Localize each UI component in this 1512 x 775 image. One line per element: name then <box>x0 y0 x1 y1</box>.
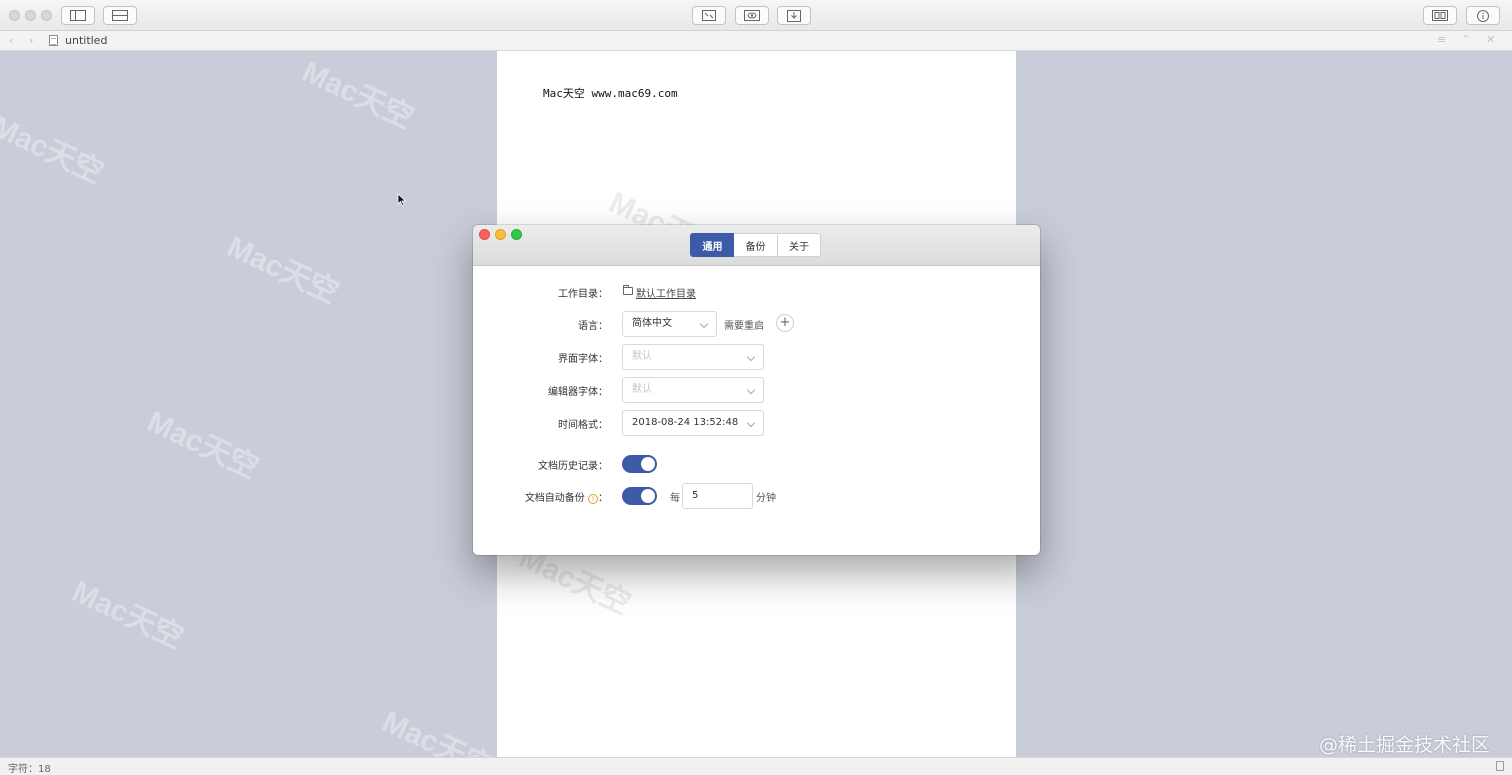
editor-font-label: 编辑器字体： <box>548 387 608 398</box>
mouse-cursor-icon <box>397 193 407 207</box>
tab-backup[interactable]: 备份 <box>734 233 778 257</box>
info-button[interactable] <box>1466 6 1500 25</box>
split-view-button[interactable] <box>1423 6 1457 25</box>
background-watermark: Mac天空 <box>0 110 109 191</box>
language-select-value: 简体中文 <box>632 318 672 329</box>
char-count: 字符：18 <box>8 764 51 775</box>
status-bar: 字符：18 <box>0 757 1512 775</box>
time-format-select-value: 2018-08-24 13:52:48 <box>632 417 739 428</box>
chevron-up-icon[interactable]: ⌃ <box>1461 33 1470 46</box>
add-language-button[interactable]: + <box>776 314 794 332</box>
chevron-down-icon <box>746 352 756 362</box>
ui-font-select-value: 默认 <box>632 351 652 362</box>
document-icon <box>49 35 58 46</box>
ui-font-label: 界面字体： <box>558 354 608 365</box>
corner-watermark: @稀土掘金技术社区 <box>1318 734 1490 756</box>
chevron-down-icon <box>746 418 756 428</box>
background-watermark: Mac天空 <box>142 405 264 486</box>
layout-icon <box>112 10 128 21</box>
doc-history-label: 文档历史记录： <box>538 461 608 472</box>
time-format-label: 时间格式： <box>558 420 608 431</box>
forward-arrow-icon[interactable]: › <box>29 34 33 47</box>
background-watermark: Mac天空 <box>297 55 419 136</box>
minutes-label: 分钟 <box>756 493 776 504</box>
tab-bar: ‹ › untitled ≡ ⌃ ✕ <box>0 31 1512 51</box>
document-title[interactable]: untitled <box>65 34 107 47</box>
dialog-titlebar: 通用 备份 关于 <box>473 225 1040 266</box>
background-watermark: Mac天空 <box>67 575 189 656</box>
toggle-knob <box>641 457 655 471</box>
language-select[interactable]: 简体中文 <box>622 311 717 337</box>
back-arrow-icon[interactable]: ‹ <box>9 34 13 47</box>
minimize-window-button[interactable] <box>25 10 36 21</box>
zoom-window-button[interactable] <box>41 10 52 21</box>
language-label: 语言： <box>578 321 608 332</box>
preview-button[interactable] <box>735 6 769 25</box>
workdir-link[interactable]: 默认工作目录 <box>636 285 696 300</box>
info-icon <box>1477 9 1489 22</box>
backup-interval-input[interactable]: 5 <box>682 483 753 509</box>
export-icon <box>787 9 801 22</box>
every-label: 每 <box>670 493 680 504</box>
ui-font-select[interactable]: 默认 <box>622 344 764 370</box>
sidebar-toggle-button[interactable] <box>61 6 95 25</box>
auto-backup-label: 文档自动备份 !： <box>525 489 608 504</box>
export-button[interactable] <box>777 6 811 25</box>
background-watermark: Mac天空 <box>222 230 344 311</box>
close-tab-icon[interactable]: ✕ <box>1486 33 1495 46</box>
main-toolbar <box>0 0 1512 31</box>
document-status-icon[interactable] <box>1496 761 1504 771</box>
folder-icon <box>623 285 633 295</box>
split-view-icon <box>1432 10 1448 21</box>
preferences-dialog: 通用 备份 关于 工作目录： 默认工作目录 语言： 简体中文 需要重启 + 界面… <box>473 225 1040 555</box>
list-icon[interactable]: ≡ <box>1437 33 1446 46</box>
layout-button[interactable] <box>103 6 137 25</box>
fullscreen-button[interactable] <box>692 6 726 25</box>
fullscreen-icon <box>702 10 716 21</box>
close-window-button[interactable] <box>9 10 20 21</box>
sidebar-toggle-icon <box>70 10 86 21</box>
dialog-close-button[interactable] <box>479 229 490 240</box>
editor-font-select-value: 默认 <box>632 384 652 395</box>
tab-about[interactable]: 关于 <box>777 233 821 257</box>
auto-backup-toggle[interactable] <box>622 487 657 505</box>
editor-font-select[interactable]: 默认 <box>622 377 764 403</box>
auto-backup-label-colon: ： <box>598 493 608 504</box>
auto-backup-label-text: 文档自动备份 <box>524 493 585 504</box>
preview-eye-icon <box>744 10 760 21</box>
restart-hint: 需要重启 <box>724 321 764 332</box>
chevron-down-icon <box>746 385 756 395</box>
dialog-minimize-button[interactable] <box>495 229 506 240</box>
editor-text[interactable]: Mac天空 www.mac69.com <box>543 85 678 101</box>
tab-general[interactable]: 通用 <box>690 233 735 257</box>
time-format-select[interactable]: 2018-08-24 13:52:48 <box>622 410 764 436</box>
dialog-zoom-button[interactable] <box>511 229 522 240</box>
workdir-label: 工作目录： <box>558 289 608 300</box>
toggle-knob <box>641 489 655 503</box>
chevron-down-icon <box>699 319 709 329</box>
warning-info-icon[interactable]: ! <box>588 494 598 504</box>
doc-history-toggle[interactable] <box>622 455 657 473</box>
